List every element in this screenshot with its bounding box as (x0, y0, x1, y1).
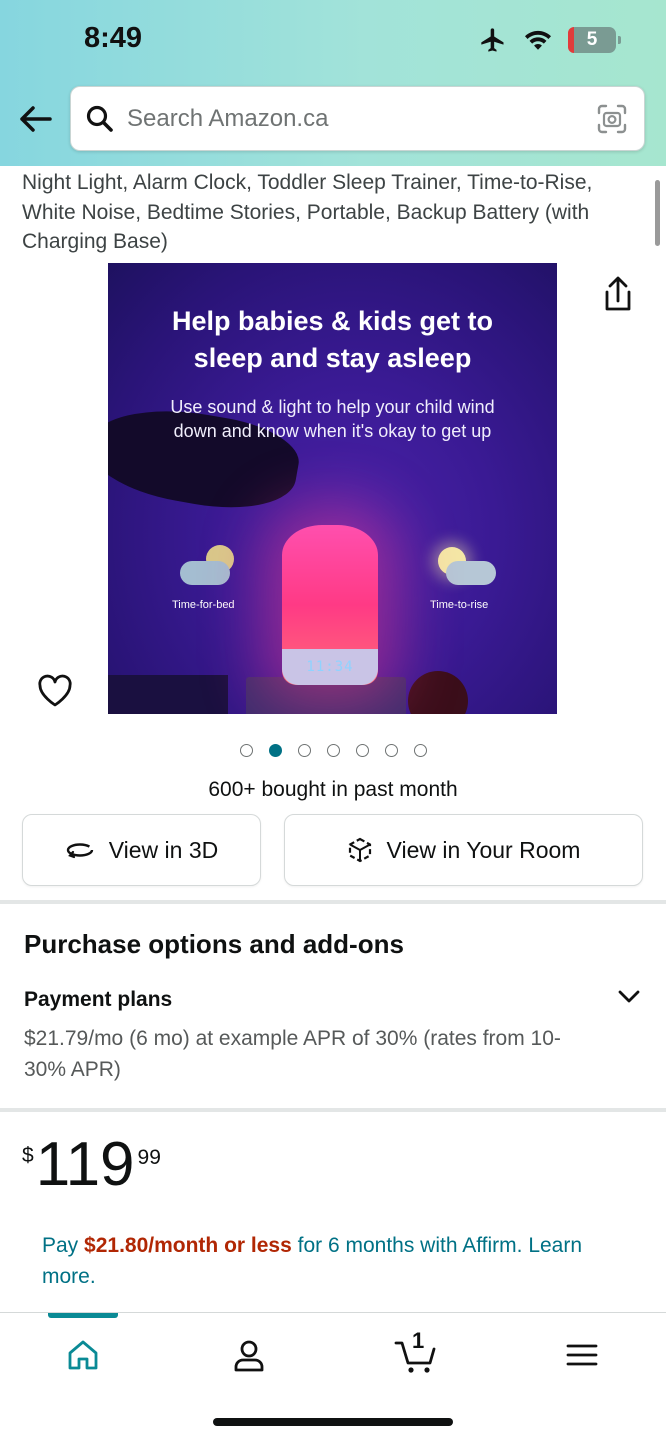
carousel-dot[interactable] (239, 744, 253, 757)
search-input[interactable] (127, 99, 577, 139)
cloud-icon (180, 561, 230, 585)
carousel-dot-active[interactable] (268, 744, 282, 757)
time-to-rise-label: Time-to-rise (430, 599, 489, 611)
view-in-room-label: View in Your Room (386, 836, 581, 863)
scrollbar[interactable] (655, 180, 660, 246)
status-icons: 5 (478, 24, 621, 56)
affirm-amount: $21.80/month or less (84, 1234, 292, 1257)
affirm-prefix: Pay (42, 1234, 85, 1257)
purchase-options-title: Purchase options and add-ons (24, 929, 404, 959)
section-divider (0, 900, 666, 904)
heart-icon[interactable] (36, 672, 74, 710)
carousel-dot[interactable] (326, 744, 340, 757)
search-bar[interactable] (70, 86, 645, 151)
price-whole: 119 (35, 1130, 135, 1199)
camera-scan-icon[interactable] (596, 103, 628, 135)
carousel-dot[interactable] (384, 744, 398, 757)
wifi-icon (525, 30, 551, 50)
view-in-3d-label: View in 3D (108, 836, 219, 863)
payment-plans-title[interactable]: Payment plans (24, 988, 172, 1012)
share-icon[interactable] (600, 276, 636, 314)
book-graphic (108, 675, 228, 714)
status-time: 8:49 (84, 22, 143, 54)
account-icon[interactable] (229, 1335, 269, 1375)
price-fraction: 99 (137, 1146, 161, 1169)
airplane-icon (481, 28, 504, 52)
cart-count: 1 (412, 1328, 425, 1353)
carousel-dot[interactable] (297, 744, 311, 757)
home-icon[interactable] (63, 1335, 103, 1375)
cloud-icon (446, 561, 496, 585)
affirm-offer[interactable]: Pay $21.80/month or less for 6 months wi… (42, 1230, 632, 1292)
image-headline: Help babies & kids get to sleep and stay… (171, 306, 494, 373)
battery-icon: 5 (568, 27, 621, 53)
home-indicator[interactable] (213, 1418, 453, 1426)
back-arrow-icon[interactable] (16, 100, 54, 138)
chevron-down-icon[interactable] (614, 982, 644, 1012)
ball-graphic (408, 671, 468, 714)
carousel-dots (0, 744, 666, 757)
view-in-3d-button[interactable]: View in 3D (22, 814, 261, 886)
nav-active-indicator (48, 1313, 118, 1318)
view-in-room-button[interactable]: View in Your Room (284, 814, 643, 886)
carousel-dot[interactable] (413, 744, 427, 757)
section-divider (0, 1108, 666, 1112)
time-for-bed-label: Time-for-bed (172, 599, 235, 611)
ar-cube-icon (348, 837, 371, 863)
payment-plans-description: $21.79/mo (6 mo) at example APR of 30% (… (24, 1027, 561, 1081)
rotate-3d-icon (66, 843, 93, 859)
bought-count: 600+ bought in past month (208, 778, 458, 801)
menu-icon[interactable] (562, 1335, 602, 1375)
price-currency: $ (22, 1144, 34, 1167)
carousel-dot[interactable] (355, 744, 369, 757)
price: $ 119 99 (22, 1130, 161, 1200)
product-title[interactable]: Night Light, Alarm Clock, Toddler Sleep … (22, 168, 642, 257)
lamp-clock-display: 11:34 (282, 649, 378, 685)
image-subtext: Use sound & light to help your child win… (170, 397, 495, 441)
product-image[interactable]: Help babies & kids get to sleep and stay… (108, 263, 557, 714)
search-icon (86, 105, 113, 132)
